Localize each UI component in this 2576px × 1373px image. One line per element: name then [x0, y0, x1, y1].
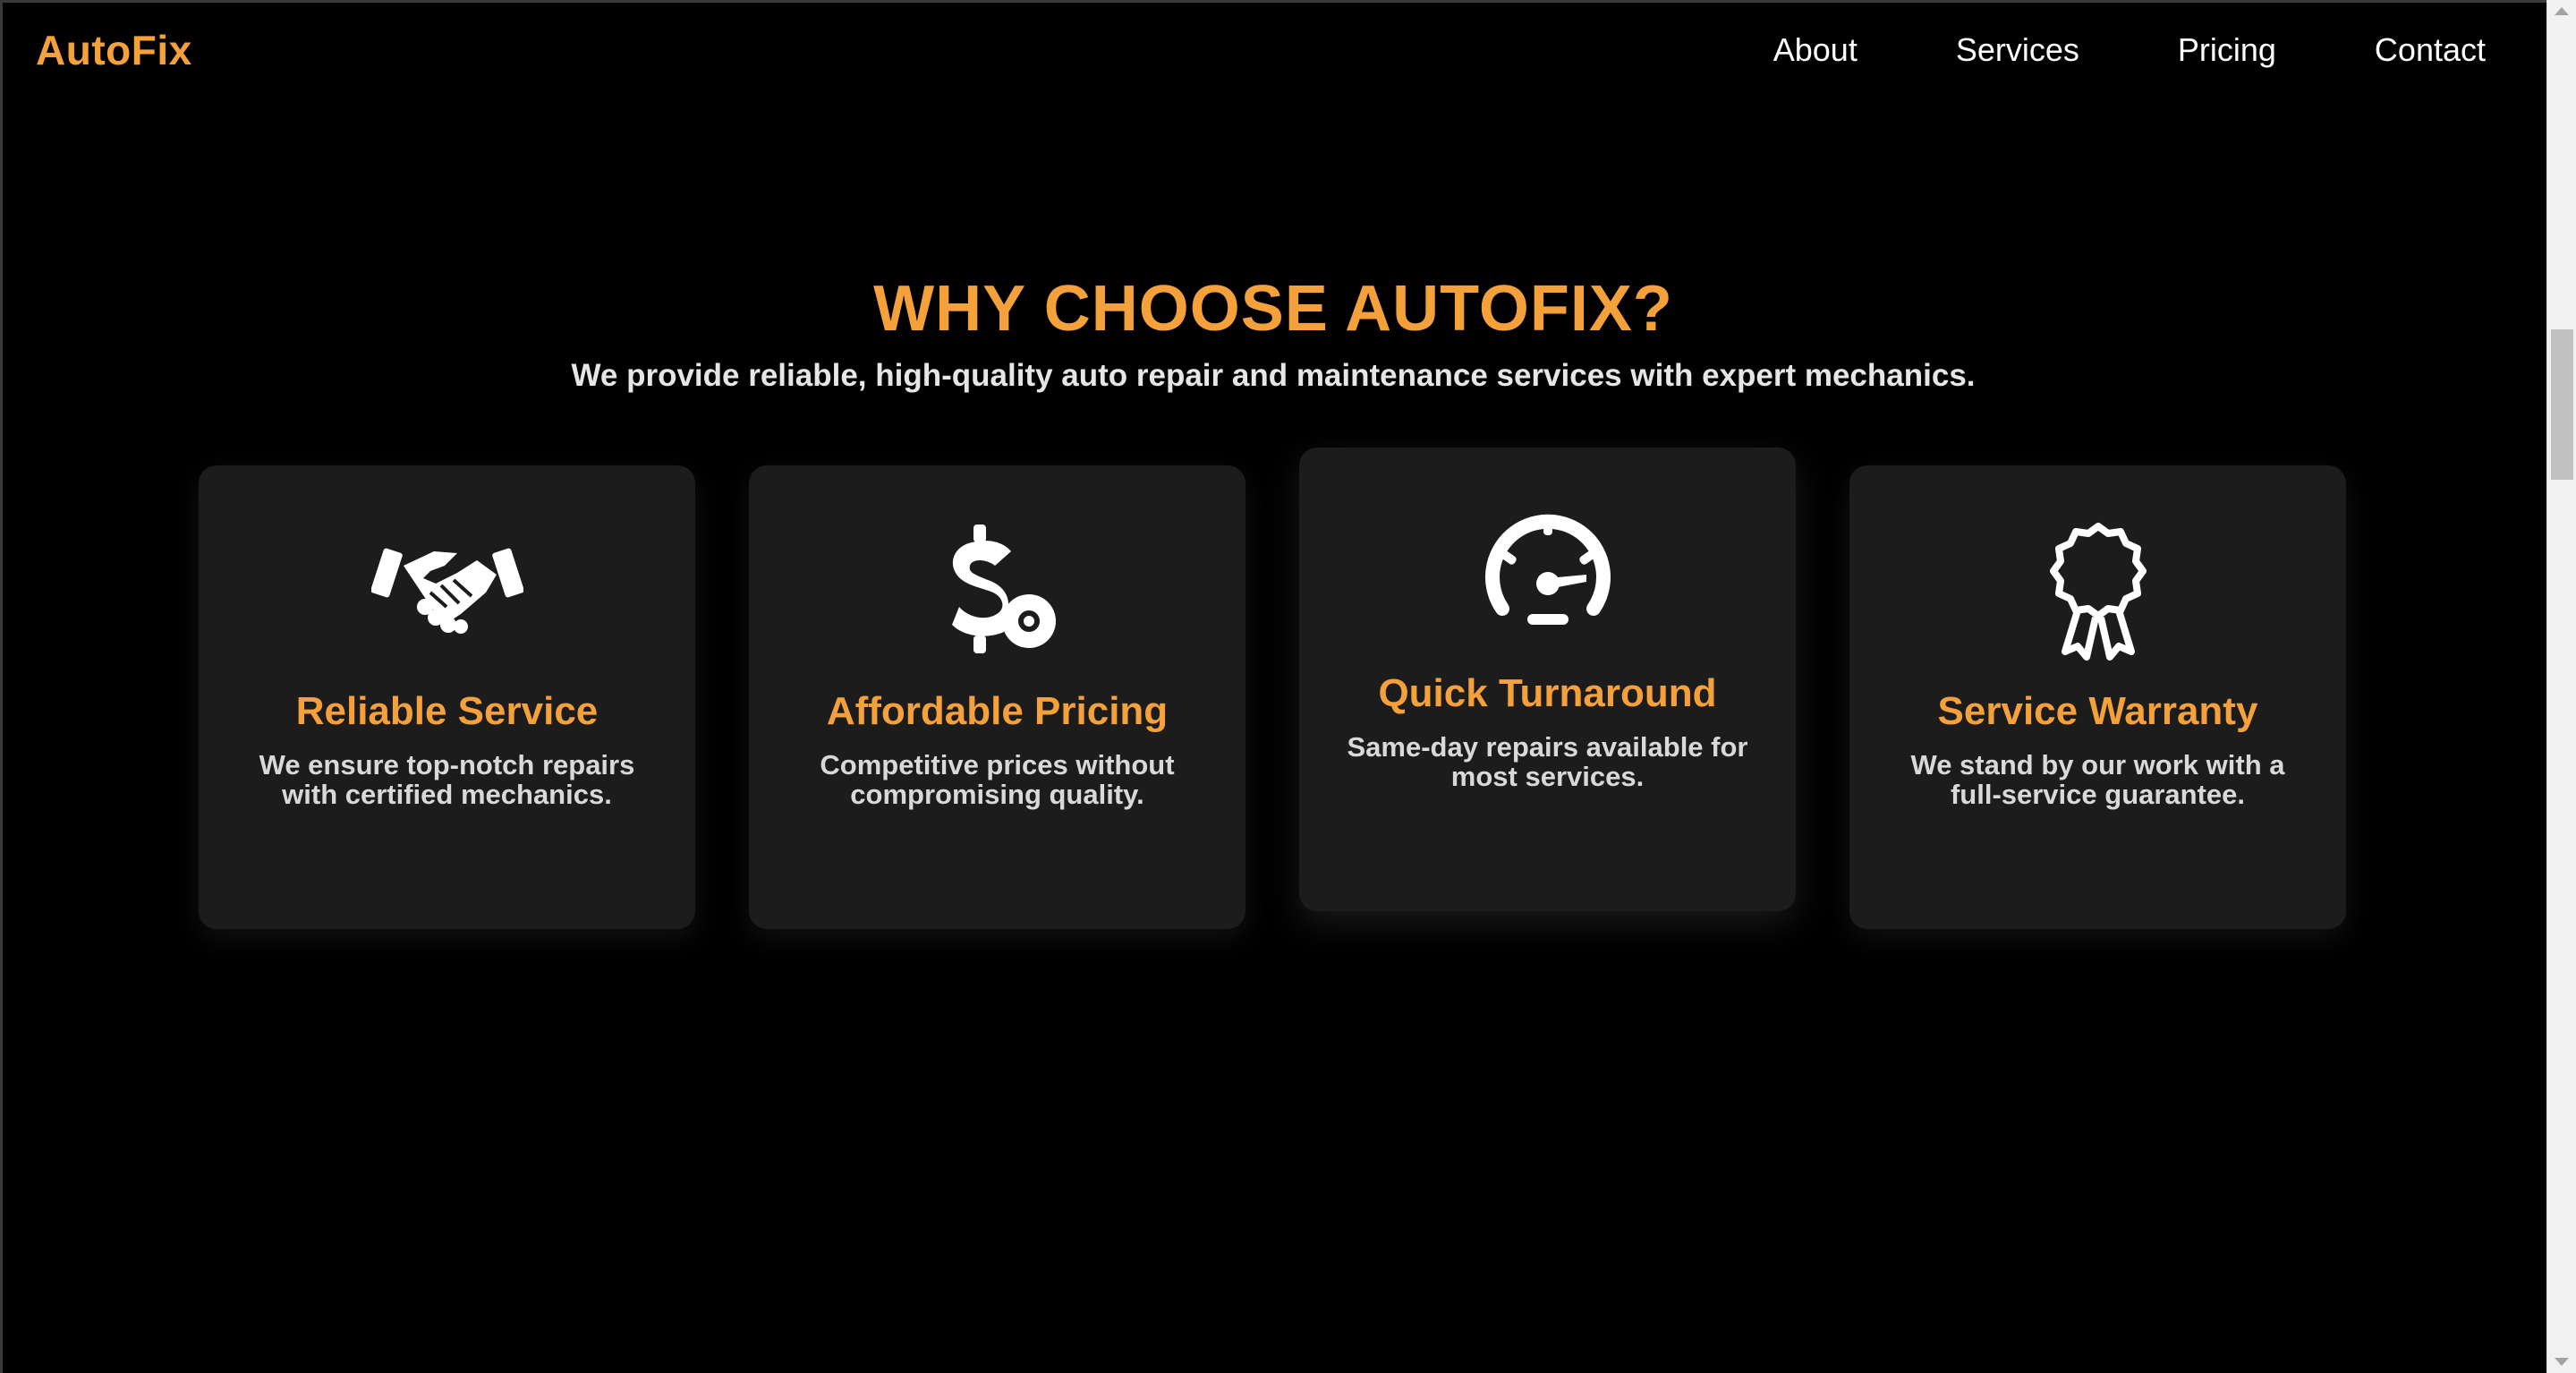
nav-links: About Services Pricing Contact — [1675, 31, 2486, 69]
feature-card-service-warranty[interactable]: Service Warranty We stand by our work wi… — [1849, 465, 2346, 929]
section-subheading: We provide reliable, high-quality auto r… — [571, 358, 1976, 393]
why-choose-section: WHY CHOOSE AUTOFIX? We provide reliable,… — [0, 269, 2546, 394]
nav-link-about[interactable]: About — [1773, 31, 1858, 69]
feature-title: Quick Turnaround — [1378, 671, 1717, 715]
feature-card-quick-turnaround[interactable]: Quick Turnaround Same-day repairs availa… — [1299, 448, 1796, 911]
feature-title: Affordable Pricing — [826, 689, 1169, 733]
scroll-up-arrow-icon[interactable] — [2555, 7, 2569, 15]
nav-link-services[interactable]: Services — [1956, 31, 2079, 69]
nav-link-pricing[interactable]: Pricing — [2178, 31, 2276, 69]
feature-description: We ensure top-notch repairs with certifi… — [259, 749, 635, 810]
brand-logo[interactable]: AutoFix — [36, 26, 192, 74]
feature-card-reliable-service[interactable]: Reliable Service We ensure top-notch rep… — [199, 465, 695, 929]
vertical-scrollbar[interactable] — [2546, 0, 2576, 1373]
handshake-icon — [370, 548, 523, 634]
feature-description: Competitive prices without compromising … — [820, 749, 1175, 810]
feature-card-affordable-pricing[interactable]: Affordable Pricing Competitive prices wi… — [749, 465, 1245, 929]
scroll-down-arrow-icon[interactable] — [2555, 1358, 2569, 1366]
feature-title: Service Warranty — [1937, 689, 2258, 733]
award-ribbon-icon — [2049, 523, 2147, 661]
dollar-gear-icon — [951, 524, 1056, 653]
section-heading: WHY CHOOSE AUTOFIX? — [873, 273, 1673, 345]
feature-cards: Reliable Service We ensure top-notch rep… — [199, 448, 2348, 931]
feature-description: We stand by our work with a full-service… — [1910, 749, 2285, 810]
feature-description: Same-day repairs available for most serv… — [1347, 731, 1748, 792]
speedometer-icon — [1484, 514, 1611, 625]
top-navbar: AutoFix About Services Pricing Contact — [0, 0, 2546, 100]
nav-link-contact[interactable]: Contact — [2375, 31, 2486, 69]
feature-title: Reliable Service — [295, 689, 599, 733]
scroll-thumb[interactable] — [2551, 329, 2573, 480]
